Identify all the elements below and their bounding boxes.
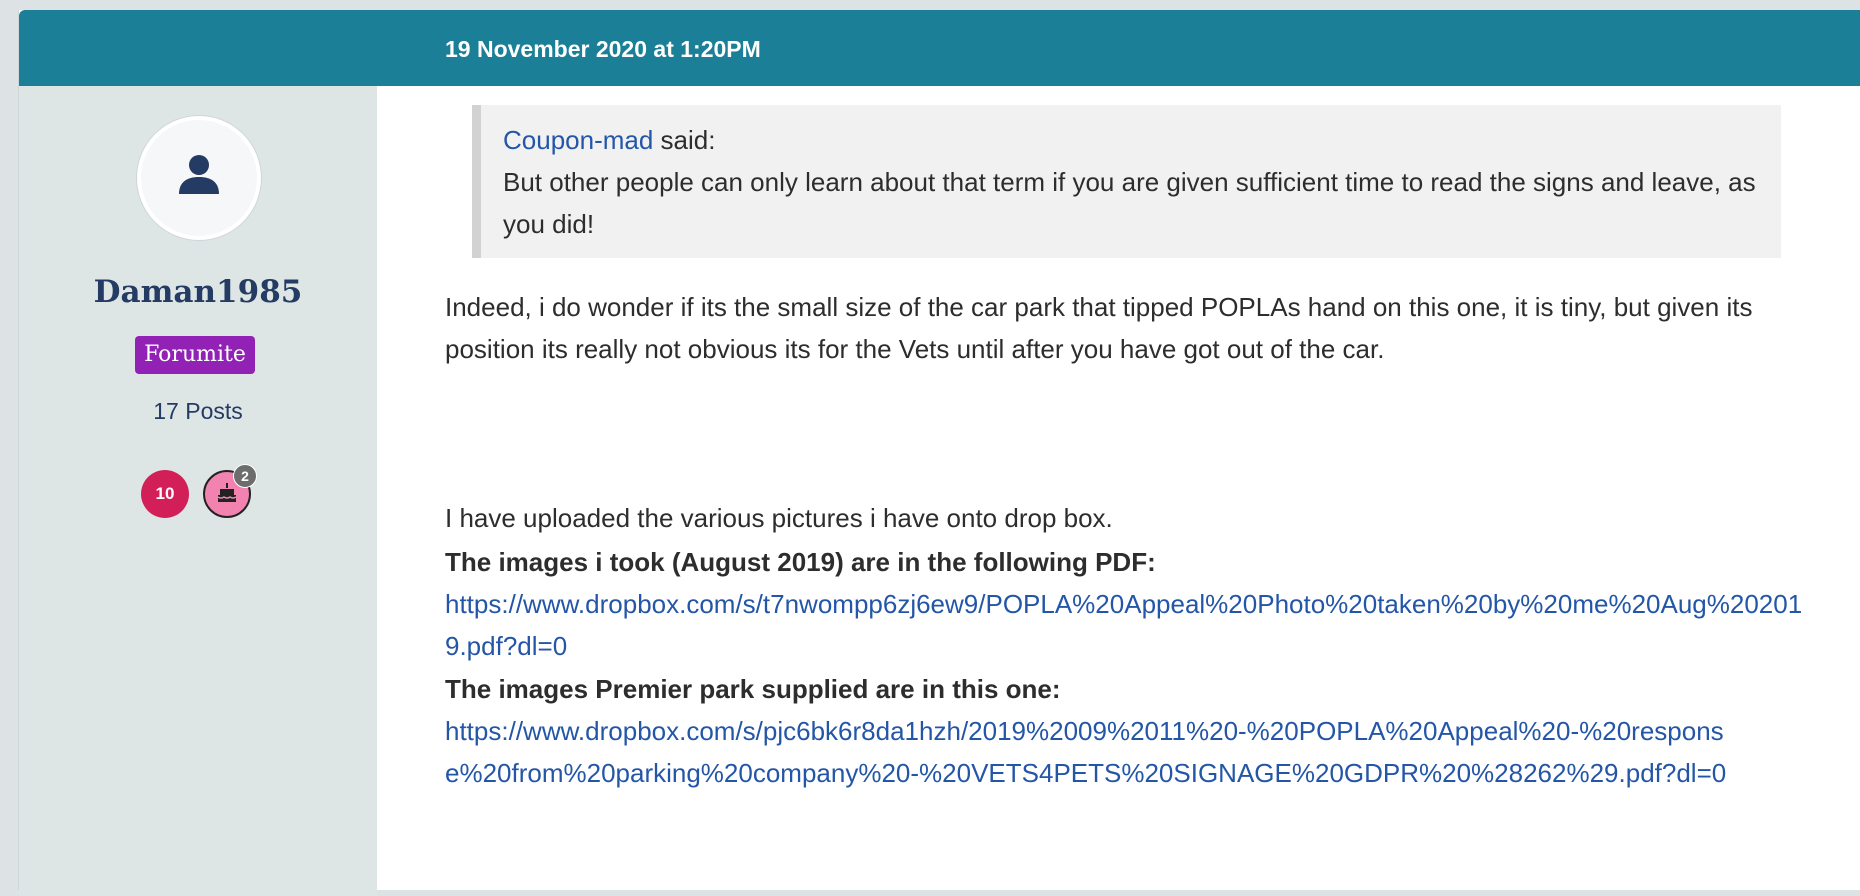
award-count-badge: 2: [233, 464, 257, 488]
quote-author-link[interactable]: Coupon-mad: [503, 125, 653, 155]
quote-block: Coupon-mad said: But other people can on…: [472, 105, 1781, 258]
pdf1-link[interactable]: https://www.dropbox.com/s/t7nwompp6zj6ew…: [445, 589, 1802, 661]
pdf1-label: The images i took (August 2019) are in t…: [445, 547, 1156, 577]
quote-text: But other people can only learn about th…: [503, 167, 1756, 239]
pdf2-link[interactable]: https://www.dropbox.com/s/pjc6bk6r8da1hz…: [445, 716, 1726, 788]
role-badge: Forumite: [135, 336, 255, 374]
upload-line: I have uploaded the various pictures i h…: [445, 503, 1113, 533]
user-sidebar: Daman1985 Forumite 17 Posts 10 2: [19, 86, 377, 896]
pdf2-link-container: https://www.dropbox.com/s/pjc6bk6r8da1hz…: [445, 710, 1735, 794]
post-paragraph: Indeed, i do wonder if its the small siz…: [445, 292, 1753, 364]
post-count: 17 Posts: [153, 398, 243, 424]
pdf1-link-container: https://www.dropbox.com/s/t7nwompp6zj6ew…: [445, 583, 1815, 667]
avatar[interactable]: [137, 116, 261, 240]
pdf2-label: The images Premier park supplied are in …: [445, 674, 1061, 704]
post-header-bar: 19 November 2020 at 1:20PM: [19, 10, 1860, 86]
quote-content: Coupon-mad said: But other people can on…: [503, 119, 1763, 245]
username-link[interactable]: Daman1985: [19, 274, 377, 310]
post-date[interactable]: 19 November 2020 at 1:20PM: [445, 36, 761, 63]
forum-post: 19 November 2020 at 1:20PM Daman1985 For…: [18, 10, 1860, 896]
cake-icon: [217, 483, 237, 502]
quote-said-label: said:: [653, 125, 716, 155]
user-silhouette-icon: [179, 155, 219, 194]
award-badge-10[interactable]: 10: [141, 470, 189, 518]
